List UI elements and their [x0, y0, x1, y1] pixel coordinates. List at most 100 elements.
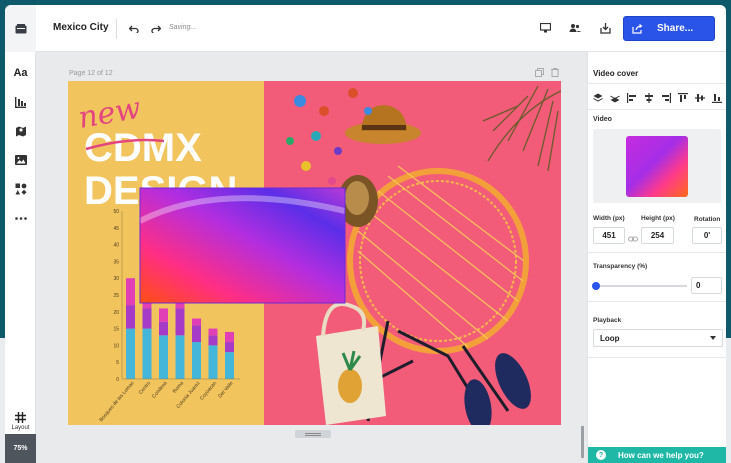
chart-bar-segment [208, 328, 218, 336]
send-backward-icon[interactable] [608, 91, 621, 104]
align-left-icon[interactable] [625, 91, 638, 104]
save-status: Saving... [169, 24, 197, 31]
chart-bar-segment [159, 308, 168, 322]
help-label: How can we help you? [618, 450, 704, 460]
width-input[interactable]: 451 [593, 227, 625, 244]
top-bar: Mexico City Saving... Share... [5, 5, 726, 52]
question-icon: ? [596, 450, 606, 460]
align-right-icon[interactable] [659, 91, 672, 104]
delete-page-icon[interactable] [551, 68, 559, 79]
shapes-tool[interactable] [5, 179, 36, 199]
image-tool[interactable] [5, 150, 36, 170]
design-page[interactable]: CDMX DESIGN new 50454035302520151050 Bos… [68, 81, 561, 425]
text-tool-label: Aa [13, 67, 28, 79]
video-label: Video [593, 116, 612, 123]
divider [588, 83, 726, 84]
page-indicator: Page 12 of 12 [69, 70, 113, 77]
y-tick-label: 30 [113, 276, 119, 282]
y-tick-label: 25 [113, 293, 119, 299]
y-tick-label: 10 [113, 343, 119, 349]
transparency-slider-track[interactable] [597, 285, 687, 287]
y-tick-label: 50 [113, 209, 119, 215]
chart-bar-segment [208, 335, 218, 346]
y-tick-label: 35 [113, 259, 119, 265]
map-tool[interactable] [5, 121, 36, 141]
help-button[interactable]: ? How can we help you? [588, 447, 726, 463]
text-tool[interactable]: Aa [5, 63, 36, 83]
shapes-icon [15, 183, 26, 195]
chart-bar-segment [225, 352, 234, 379]
video-thumbnail-box[interactable] [593, 129, 721, 203]
height-input[interactable]: 254 [641, 227, 674, 244]
canvas-scrollbar[interactable] [581, 426, 584, 458]
video-element[interactable] [138, 187, 346, 304]
chart-bar-segment [225, 331, 234, 343]
home-button[interactable] [5, 5, 36, 52]
height-label: Height (px) [641, 215, 675, 222]
link-icon[interactable] [628, 230, 638, 248]
chart-bar-segment [142, 308, 152, 329]
document-title[interactable]: Mexico City [53, 22, 109, 33]
chart-category-labels: Bosques de las Lomas Centro Condesa RomaCol… [98, 380, 234, 423]
more-tools[interactable] [5, 208, 36, 228]
y-tick-label: 5 [116, 360, 119, 366]
panel-title: Video cover [593, 69, 639, 78]
chart-bar-segment [159, 321, 168, 336]
page-resize-handle[interactable] [295, 430, 331, 438]
editor-window: Mexico City Saving... Share... Aa Layout… [5, 5, 726, 463]
playback-select[interactable]: Loop [593, 329, 723, 347]
category-label: Coyoacan [199, 380, 218, 401]
undo-icon[interactable] [128, 22, 139, 36]
rotation-label: Rotation [694, 216, 721, 223]
layout-label: Layout [11, 425, 30, 431]
rotation-input[interactable]: 0' [692, 227, 722, 244]
y-tick-label: 0 [116, 377, 119, 383]
chart-tool[interactable] [5, 92, 36, 112]
redo-icon[interactable] [151, 22, 162, 36]
layout-tool[interactable] [5, 407, 36, 427]
more-dots-icon [14, 216, 27, 220]
width-label: Width (px) [593, 215, 625, 222]
chart-bar-segment [225, 342, 234, 353]
chart-y-ticks: 50454035302520151050 [113, 209, 119, 383]
divider [588, 252, 726, 253]
duplicate-page-icon[interactable] [535, 68, 544, 79]
divider [116, 19, 117, 39]
alignment-toolbar [591, 91, 723, 104]
share-label: Share... [657, 23, 694, 34]
align-bottom-icon[interactable] [710, 91, 723, 104]
chart-bar-segment [175, 308, 185, 336]
share-icon [632, 23, 643, 34]
folder-icon [15, 23, 26, 33]
left-toolbar: Aa Layout 75% [5, 52, 36, 463]
bar-chart-icon [15, 96, 26, 108]
align-middle-icon[interactable] [693, 91, 706, 104]
people-icon[interactable] [567, 20, 583, 36]
category-label: Roma [172, 380, 185, 394]
map-pin-icon [15, 126, 26, 137]
zoom-level[interactable]: 75% [5, 434, 36, 463]
chart-bar-segment [126, 305, 135, 329]
align-center-icon[interactable] [642, 91, 655, 104]
share-button[interactable]: Share... [623, 16, 715, 41]
chart-bar-segment [208, 345, 218, 379]
chart-bar-segment [159, 335, 168, 379]
chart-bar-segment [192, 342, 201, 379]
transparency-input[interactable]: 0 [691, 277, 722, 294]
grid-hash-icon [15, 411, 26, 423]
transparency-slider-knob[interactable] [592, 282, 600, 290]
divider [588, 357, 726, 358]
divider [588, 109, 726, 110]
monitor-icon[interactable] [537, 20, 553, 36]
y-tick-label: 20 [113, 310, 119, 316]
category-label: Del Valle [217, 380, 234, 399]
category-label: Bosques de las Lomas [98, 380, 135, 423]
chart-bar-segment [175, 335, 185, 379]
download-icon[interactable] [597, 20, 613, 36]
align-top-icon[interactable] [676, 91, 689, 104]
transparency-label: Transparency (%) [593, 263, 648, 270]
properties-panel: Video cover Video Width (px) Height (px)… [587, 52, 726, 463]
chart-bar-segment [126, 328, 135, 379]
bring-forward-icon[interactable] [591, 91, 604, 104]
image-icon [14, 155, 27, 165]
